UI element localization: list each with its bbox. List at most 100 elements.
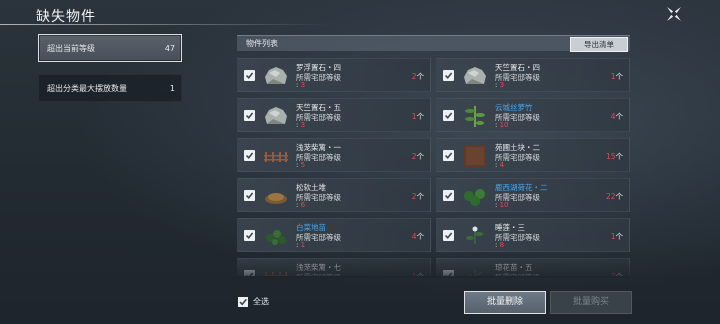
level-value: 8 [499,241,505,249]
check-icon [245,232,254,240]
item-checkbox[interactable] [443,70,454,81]
tab-count: 1 [169,83,175,93]
item-required-level: : 1 [296,241,306,249]
item-requirement-label: 所需宅邸等级 [495,272,540,276]
check-icon [245,272,254,276]
count-value: 22 [605,192,616,201]
item-required-level: : 3 [495,81,505,89]
export-list-button[interactable]: 导出清单 [570,37,628,52]
list-item[interactable]: 琼花苗・五所需宅邸等级: 87个 [436,258,630,276]
item-count: 2个 [412,191,424,202]
level-value: 3 [499,81,505,89]
check-icon [245,192,254,200]
check-icon [245,112,254,120]
tab-label: 超出当前等级 [47,43,95,53]
check-icon [245,72,254,80]
item-count: 4个 [412,231,424,242]
tab-exceed-current-level[interactable]: 超出当前等级 47 [38,34,182,62]
count-unit: 个 [416,112,425,121]
check-icon [444,192,453,200]
lotus-icon [462,184,488,208]
item-checkbox[interactable] [244,190,255,201]
rock-icon [263,104,289,128]
check-icon [444,112,453,120]
batch-delete-button[interactable]: 批量删除 [464,291,546,314]
count-unit: 个 [416,232,425,241]
item-checkbox[interactable] [443,230,454,241]
level-value: 5 [300,161,306,169]
tab-count: 47 [164,43,175,53]
select-all-toggle[interactable]: 全选 [238,296,269,307]
item-checkbox[interactable] [443,270,454,276]
item-required-level: : 3 [296,121,306,129]
item-count: 7个 [611,271,623,276]
item-count: 1个 [611,231,623,242]
level-value: 3 [300,81,306,89]
count-unit: 个 [616,272,624,276]
item-required-level: : 6 [296,201,306,209]
item-count: 15个 [606,151,623,162]
item-checkbox[interactable] [443,150,454,161]
tab-label: 超出分类最大摆放数量 [47,83,127,93]
check-icon [239,298,247,305]
batch-buy-button[interactable]: 批量购买 [550,291,632,314]
list-item[interactable]: 白菜地苗 所需宅邸等级: 1 4个 [237,218,431,252]
fence-icon [263,264,289,276]
list-item[interactable]: 鹿西湖荷花・二 所需宅邸等级: 10 22个 [436,178,630,212]
close-button[interactable] [664,4,684,24]
count-unit: 个 [615,152,624,161]
item-required-level: : 3 [296,81,306,89]
item-count: 4个 [611,111,623,122]
item-required-level: : 10 [495,121,509,129]
item-requirement-label: 所需宅邸等级 [296,272,341,276]
close-icon [667,7,681,21]
item-count: 1个 [412,111,424,122]
count-unit: 个 [417,272,425,276]
list-item[interactable]: 天竺置石・五 所需宅邸等级: 3 1个 [237,98,431,132]
fence-icon [263,144,289,168]
list-item[interactable]: 天竺置石・四 所需宅邸等级: 3 1个 [436,58,630,92]
soil-pile-icon [263,184,289,208]
count-unit: 个 [615,112,624,121]
level-value: 1 [300,241,306,249]
water-lily-icon [462,224,488,248]
count-unit: 个 [615,192,624,201]
item-count: 2个 [412,71,424,82]
check-icon [245,152,254,160]
item-checkbox[interactable] [244,110,255,121]
level-value: 10 [499,121,509,129]
item-checkbox[interactable] [443,190,454,201]
check-icon [444,72,453,80]
tab-exceed-category-max[interactable]: 超出分类最大摆放数量 1 [38,74,182,102]
list-item[interactable]: 浅茏柴篱・七所需宅邸等级: 51个 [237,258,431,276]
count-unit: 个 [416,72,425,81]
item-checkbox[interactable] [443,110,454,121]
item-required-level: : 4 [495,161,505,169]
item-required-level: : 5 [296,161,306,169]
list-item[interactable]: 浅茏柴篱・一 所需宅邸等级: 5 2个 [237,138,431,172]
item-checkbox[interactable] [244,150,255,161]
list-header: 物件列表 导出清单 [237,35,630,52]
check-icon [444,232,453,240]
item-count: 1个 [611,71,623,82]
list-item[interactable]: 云城丝萝竹 所需宅邸等级: 10 4个 [436,98,630,132]
list-item[interactable]: 罗浮置石・四 所需宅邸等级: 3 2个 [237,58,431,92]
check-icon [444,272,453,276]
rock-icon [263,64,289,88]
item-checkbox[interactable] [244,270,255,276]
list-item[interactable]: 松软土堆 所需宅邸等级: 6 2个 [237,178,431,212]
item-required-level: : 10 [495,201,509,209]
level-value: 10 [499,201,509,209]
item-checkbox[interactable] [244,70,255,81]
item-count: 1个 [412,271,424,276]
bamboo-icon [462,104,488,128]
list-item[interactable]: 苑圃土块・二 所需宅邸等级: 4 15个 [436,138,630,172]
page-title: 缺失物件 [36,9,96,25]
select-all-checkbox[interactable] [238,296,248,307]
item-checkbox[interactable] [244,230,255,241]
soil-block-icon [462,144,488,168]
item-list[interactable]: 罗浮置石・四 所需宅邸等级: 3 2个 天竺置石・四 所需宅邸等级: 3 1个 天竺置石・五… [237,58,630,276]
list-item[interactable]: 睡莲・三 所需宅邸等级: 8 1个 [436,218,630,252]
item-count: 2个 [412,151,424,162]
level-value: 6 [300,201,306,209]
